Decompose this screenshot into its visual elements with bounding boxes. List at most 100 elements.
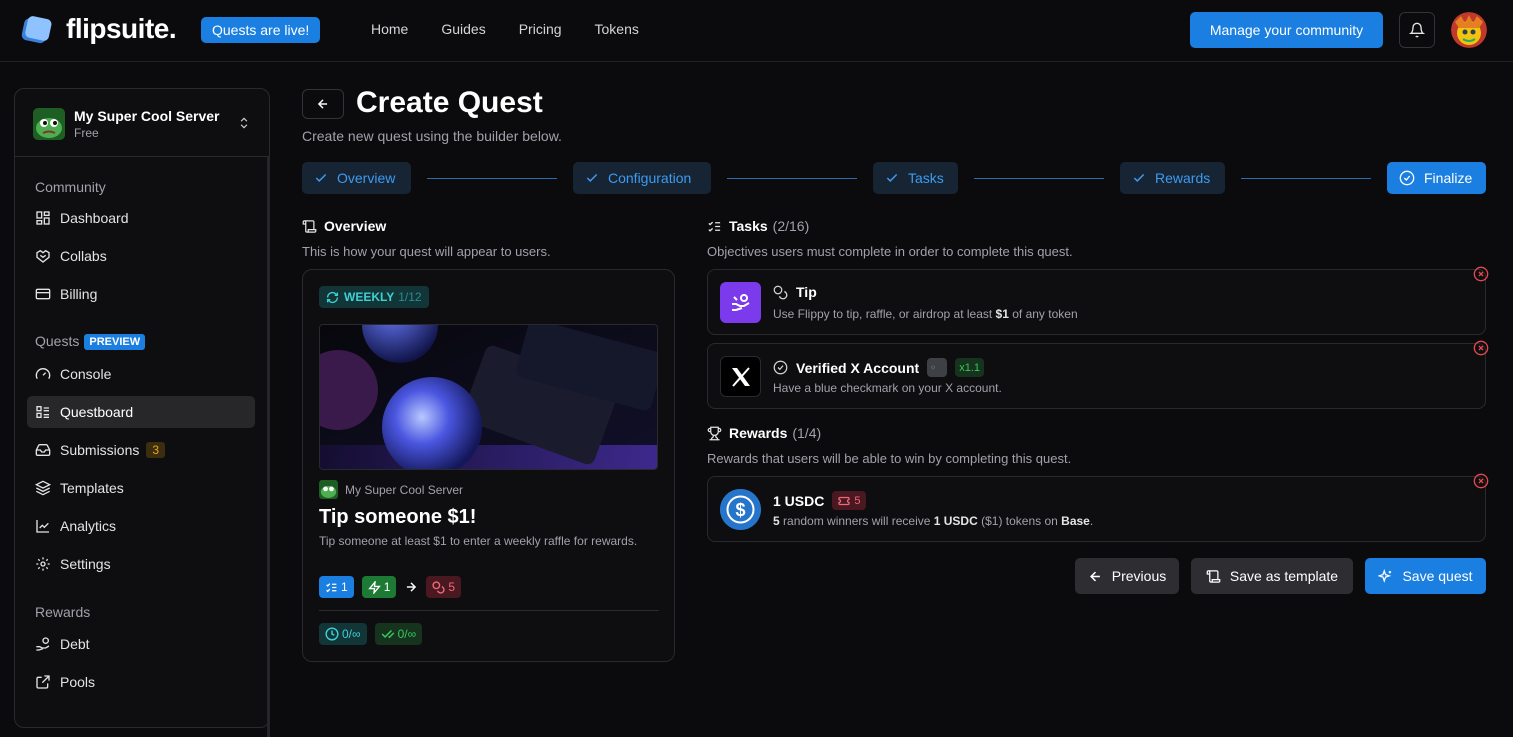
check-check-icon	[381, 629, 394, 639]
sidebar-item-questboard[interactable]: Questboard	[27, 396, 255, 428]
usdc-icon: $	[720, 489, 761, 530]
step-overview[interactable]: Overview	[302, 162, 411, 194]
handshake-icon	[36, 249, 50, 263]
task-title: Verified X Account x1.1	[773, 358, 984, 377]
server-plan: Free	[74, 126, 99, 140]
nav-pricing[interactable]: Pricing	[519, 21, 562, 37]
check-icon	[886, 173, 898, 182]
step-tasks[interactable]: Tasks	[873, 162, 958, 194]
section-community: Community	[35, 179, 106, 195]
clock-icon	[325, 627, 339, 641]
reward-card-usdc[interactable]: $ 1 USDC 5 5 random winners will receive…	[707, 476, 1486, 542]
rewards-heading: Rewards (1/4)	[707, 425, 821, 441]
reward-title-label: 1 USDC	[773, 492, 825, 509]
task-card-verified-x[interactable]: Verified X Account x1.1 Have a blue chec…	[707, 343, 1486, 409]
server-avatar	[33, 108, 65, 140]
submissions-count-badge: 3	[146, 442, 166, 458]
completed-stat-chip: 0/∞	[374, 623, 423, 645]
zap-icon	[367, 580, 381, 594]
task-title-label: Tip	[796, 284, 817, 300]
quest-summary-chips: 1 1 5	[319, 576, 469, 598]
frequency-badge: WEEKLY 1/12	[319, 286, 429, 308]
list-checks-icon	[326, 582, 337, 592]
page-title: Create Quest	[356, 86, 543, 119]
manage-community-button[interactable]: Manage your community	[1190, 12, 1383, 48]
sidebar-item-dashboard[interactable]: Dashboard	[27, 202, 255, 234]
svg-text:$: $	[735, 500, 745, 520]
reward-amount: 1 USDC	[933, 514, 978, 528]
section-rewards: Rewards	[35, 604, 91, 620]
arrow-left-icon	[1089, 571, 1100, 581]
section-quests: Quests PREVIEW	[35, 333, 146, 350]
card-divider	[319, 610, 659, 611]
sidebar-item-debt[interactable]: Debt	[27, 628, 255, 660]
notifications-button[interactable]	[1399, 12, 1435, 48]
line-chart-icon	[36, 520, 49, 533]
rewards-heading-label: Rewards	[729, 425, 788, 441]
sidebar-item-label: Dashboard	[60, 210, 129, 226]
tip-task-icon	[720, 282, 761, 323]
back-button[interactable]	[302, 89, 344, 119]
sidebar-item-label: Templates	[60, 480, 124, 496]
sparkles-icon	[1378, 568, 1392, 583]
step-label: Finalize	[1424, 170, 1473, 186]
arrow-right-icon	[407, 582, 417, 592]
nav-guides[interactable]: Guides	[441, 21, 485, 37]
quest-preview-card[interactable]: WEEKLY 1/12 My Super Cool Server Tip some…	[302, 269, 675, 662]
tasks-count: (2/16)	[772, 218, 810, 234]
sidebar-item-label: Questboard	[60, 404, 134, 420]
page-subtitle: Create new quest using the builder below…	[302, 128, 562, 144]
dashboard-icon	[36, 211, 50, 225]
save-quest-button[interactable]: Save quest	[1365, 558, 1486, 594]
tasks-heading: Tasks (2/16)	[707, 218, 809, 234]
credit-card-icon	[35, 288, 51, 300]
nav-home[interactable]: Home	[371, 21, 408, 37]
task-card-tip[interactable]: Tip Use Flippy to tip, raffle, or airdro…	[707, 269, 1486, 335]
overview-heading: Overview	[302, 218, 386, 234]
sidebar-item-console[interactable]: Console	[27, 358, 255, 390]
user-avatar[interactable]	[1451, 12, 1487, 48]
app-name[interactable]: flipsuite.	[66, 13, 177, 45]
step-connector	[427, 178, 557, 179]
check-icon	[1133, 173, 1145, 182]
sidebar-scrollbar[interactable]	[267, 157, 270, 737]
step-rewards[interactable]: Rewards	[1120, 162, 1225, 194]
sidebar-item-analytics[interactable]: Analytics	[27, 510, 255, 542]
sidebar-item-label: Settings	[60, 556, 111, 572]
remove-task-verified-x-icon[interactable]	[1473, 340, 1489, 356]
circle-check-icon	[1399, 170, 1415, 186]
refresh-icon	[326, 291, 339, 303]
remove-reward-usdc-icon[interactable]	[1473, 473, 1489, 489]
scroll-icon	[1206, 569, 1221, 583]
check-icon	[586, 173, 598, 182]
scroll-icon	[302, 219, 317, 233]
flipsuite-logo-icon[interactable]	[20, 14, 52, 46]
time-stat-chip: 0/∞	[319, 623, 367, 645]
sidebar-item-label: Submissions	[60, 442, 140, 458]
sidebar-item-label: Console	[60, 366, 112, 382]
remove-task-tip-icon[interactable]	[1473, 266, 1489, 282]
sidebar-item-submissions[interactable]: Submissions 3	[27, 434, 255, 466]
sidebar-item-templates[interactable]: Templates	[27, 472, 255, 504]
sidebar-item-collabs[interactable]: Collabs	[27, 240, 255, 272]
save-template-button[interactable]: Save as template	[1191, 558, 1353, 594]
list-checks-icon	[708, 221, 721, 232]
previous-button[interactable]: Previous	[1075, 558, 1179, 594]
sidebar-item-settings[interactable]: Settings	[27, 548, 255, 580]
reward-desc-text: .	[1089, 514, 1094, 528]
step-finalize[interactable]: Finalize	[1387, 162, 1486, 194]
nav-tokens[interactable]: Tokens	[595, 21, 639, 37]
arrow-left-icon	[317, 99, 328, 109]
multiplier-badge: x1.1	[955, 358, 984, 377]
gauge-icon	[35, 368, 51, 379]
sidebar-item-pools[interactable]: Pools	[27, 666, 255, 698]
external-box-icon	[36, 675, 50, 689]
step-configuration[interactable]: Configuration	[573, 162, 711, 194]
sidebar-item-billing[interactable]: Billing	[27, 278, 255, 310]
frequency-label: WEEKLY	[344, 290, 395, 304]
task-desc-text: Use Flippy to tip, raffle, or airdrop at…	[773, 307, 996, 321]
quests-live-badge[interactable]: Quests are live!	[201, 17, 321, 43]
server-selector[interactable]: My Super Cool Server Free	[15, 89, 269, 157]
step-connector	[1241, 178, 1371, 179]
main-nav: Home Guides Pricing Tokens	[371, 21, 672, 37]
